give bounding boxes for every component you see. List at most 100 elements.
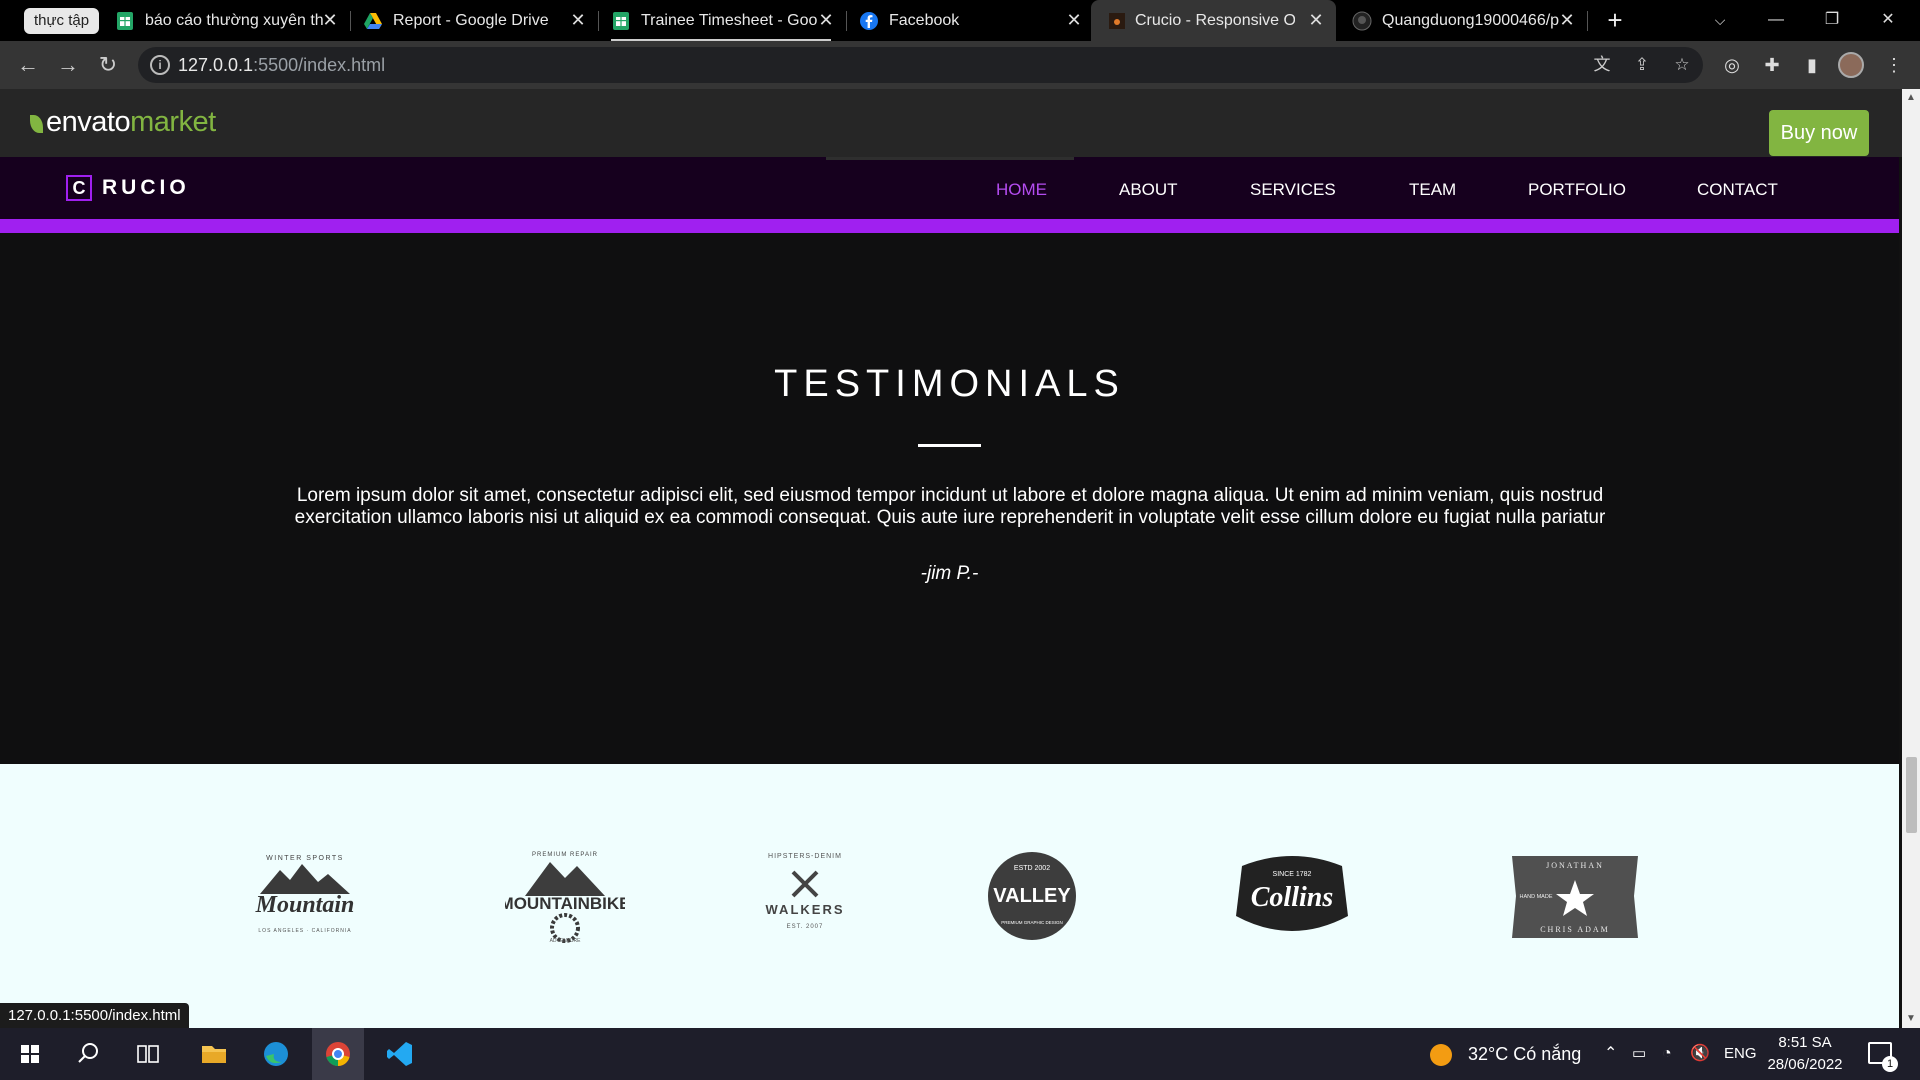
tab-title: báo cáo thường xuyên th bbox=[145, 12, 324, 29]
browser-tab[interactable]: Trainee Timesheet - Goo ✕ bbox=[611, 0, 836, 41]
menu-kebab-icon[interactable]: ⋮ bbox=[1882, 53, 1906, 77]
envato-market-logo[interactable]: envatomarket bbox=[30, 105, 216, 139]
close-icon[interactable]: ✕ bbox=[1064, 0, 1084, 41]
scroll-down-arrow-icon[interactable]: ▼ bbox=[1902, 1010, 1920, 1028]
close-icon[interactable]: ✕ bbox=[1557, 0, 1577, 41]
svg-text:SINCE 1782: SINCE 1782 bbox=[1273, 871, 1312, 878]
browser-tab[interactable]: Report - Google Drive ✕ bbox=[363, 0, 588, 41]
language-indicator[interactable]: ENG bbox=[1724, 1028, 1757, 1080]
nav-team[interactable]: TEAM bbox=[1409, 157, 1456, 219]
close-icon[interactable]: ✕ bbox=[320, 0, 340, 41]
browser-tab[interactable]: báo cáo thường xuyên th ✕ bbox=[115, 0, 340, 41]
browser-tab[interactable]: Quangduong19000466/p ✕ bbox=[1352, 0, 1577, 41]
svg-text:WALKERS: WALKERS bbox=[766, 902, 845, 917]
svg-text:WINTER SPORTS: WINTER SPORTS bbox=[266, 855, 344, 862]
window-close-button[interactable]: ✕ bbox=[1866, 0, 1910, 41]
browser-tab[interactable]: Facebook ✕ bbox=[859, 0, 1084, 41]
buy-now-button[interactable]: Buy now bbox=[1769, 110, 1869, 156]
forward-button[interactable]: → bbox=[52, 49, 84, 81]
svg-text:Collins: Collins bbox=[1251, 882, 1334, 913]
testimonials-section: TESTIMONIALS Lorem ipsum dolor sit amet,… bbox=[0, 233, 1899, 764]
tab-title: Quangduong19000466/p bbox=[1382, 12, 1560, 29]
logo-mark: C bbox=[66, 175, 92, 201]
translate-icon[interactable]: 文 bbox=[1590, 53, 1614, 77]
wifi-icon[interactable]: ◔ bbox=[1662, 1028, 1672, 1080]
nav-home[interactable]: HOME bbox=[996, 157, 1047, 219]
search-icon[interactable] bbox=[62, 1028, 114, 1080]
browser-tab-active[interactable]: Crucio - Responsive One ✕ bbox=[1091, 0, 1336, 41]
site-info-icon[interactable]: i bbox=[150, 55, 170, 75]
bookmark-star-icon[interactable]: ☆ bbox=[1670, 53, 1694, 77]
nav-portfolio[interactable]: PORTFOLIO bbox=[1528, 157, 1626, 219]
svg-text:EST. 2007: EST. 2007 bbox=[787, 924, 824, 930]
tab-separator bbox=[846, 11, 847, 31]
client-logo-valley[interactable]: ESTD 2002 VALLEY PREMIUM GRAPHIC DESIGN bbox=[982, 846, 1082, 946]
windows-start-icon[interactable] bbox=[4, 1028, 56, 1080]
client-logo-collins[interactable]: SINCE 1782 Collins bbox=[1222, 846, 1362, 946]
address-bar[interactable]: i 127.0.0.1:5500/index.html 文 ⇪ ☆ bbox=[138, 47, 1703, 83]
tray-overflow-chevron-icon[interactable]: ⌃ bbox=[1604, 1028, 1617, 1080]
task-view-icon[interactable] bbox=[122, 1028, 174, 1080]
reload-button[interactable]: ↻ bbox=[92, 49, 124, 81]
page-scrollbar[interactable]: ▲ ▼ bbox=[1902, 89, 1920, 1028]
svg-text:PREMIUM REPAIR: PREMIUM REPAIR bbox=[532, 852, 598, 858]
weather-sun-icon[interactable] bbox=[1430, 1044, 1452, 1066]
svg-text:VALLEY: VALLEY bbox=[993, 885, 1071, 907]
weather-text[interactable]: 32°C Có nắng bbox=[1468, 1028, 1581, 1080]
back-button[interactable]: ← bbox=[12, 49, 44, 81]
svg-text:MOUNTAINBIKE: MOUNTAINBIKE bbox=[505, 894, 625, 913]
file-explorer-icon[interactable] bbox=[188, 1028, 240, 1080]
volume-muted-icon[interactable]: 🔇 bbox=[1690, 1028, 1710, 1080]
url-text[interactable]: 127.0.0.1:5500/index.html bbox=[178, 47, 385, 83]
browser-toolbar: ← → ↻ i 127.0.0.1:5500/index.html 文 ⇪ ☆ … bbox=[0, 41, 1920, 89]
svg-text:LOS ANGELES · CALIFORNIA: LOS ANGELES · CALIFORNIA bbox=[258, 928, 351, 934]
close-icon[interactable]: ✕ bbox=[1306, 0, 1326, 41]
testimonial-author: -jim P.- bbox=[920, 563, 979, 584]
crucio-favicon bbox=[1109, 13, 1125, 29]
tab-group-label[interactable]: thực tập bbox=[24, 8, 100, 34]
tab-search-chevron-icon[interactable]: ⌵ bbox=[1705, 0, 1735, 41]
nav-contact[interactable]: CONTACT bbox=[1697, 157, 1778, 219]
minimize-button[interactable]: — bbox=[1754, 0, 1798, 41]
edge-icon[interactable] bbox=[250, 1028, 302, 1080]
testimonial-quote: Lorem ipsum dolor sit amet, consectetur … bbox=[294, 485, 1606, 528]
scroll-up-arrow-icon[interactable]: ▲ bbox=[1902, 89, 1920, 107]
drive-icon bbox=[364, 13, 382, 29]
extension-compass-icon[interactable]: ◎ bbox=[1720, 53, 1744, 77]
chrome-icon[interactable] bbox=[312, 1028, 364, 1080]
svg-text:Mountain: Mountain bbox=[255, 892, 355, 918]
share-icon[interactable]: ⇪ bbox=[1630, 53, 1654, 77]
tab-title: Report - Google Drive bbox=[393, 12, 549, 29]
nav-services[interactable]: SERVICES bbox=[1250, 157, 1336, 219]
vscode-icon[interactable] bbox=[374, 1028, 426, 1080]
envato-preview-bar: envatomarket Buy now bbox=[0, 89, 1902, 157]
close-icon[interactable]: ✕ bbox=[816, 0, 836, 41]
clock[interactable]: 8:51 SA 28/06/2022 bbox=[1760, 1032, 1850, 1076]
facebook-icon bbox=[860, 12, 878, 30]
windows-taskbar: 32°C Có nắng ⌃ ▭ ◔ 🔇 ENG 8:51 SA 28/06/2… bbox=[0, 1028, 1920, 1080]
client-logo-jonathan[interactable]: JONATHAN HAND MADE CHRIS ADAM bbox=[1500, 846, 1650, 946]
scroll-thumb[interactable] bbox=[1906, 757, 1917, 833]
nav-about[interactable]: ABOUT bbox=[1119, 157, 1178, 219]
extensions-puzzle-icon[interactable]: ✚ bbox=[1760, 53, 1784, 77]
profile-avatar[interactable] bbox=[1838, 52, 1864, 78]
new-tab-button[interactable]: + bbox=[1600, 0, 1630, 41]
battery-icon[interactable]: ▭ bbox=[1632, 1028, 1646, 1080]
url-path: :5500/index.html bbox=[253, 55, 386, 75]
client-logo-mountain[interactable]: WINTER SPORTS Mountain LOS ANGELES · CAL… bbox=[240, 846, 370, 946]
side-panel-icon[interactable]: ▮ bbox=[1800, 53, 1824, 77]
github-icon bbox=[1352, 11, 1372, 31]
restore-button[interactable]: ❐ bbox=[1810, 0, 1854, 41]
title-underline bbox=[918, 444, 981, 447]
clients-section: WINTER SPORTS Mountain LOS ANGELES · CAL… bbox=[0, 764, 1899, 1028]
client-logo-mountainbike[interactable]: PREMIUM REPAIR MOUNTAINBIKE ADVENTURE bbox=[505, 846, 625, 946]
tab-separator bbox=[598, 11, 599, 31]
tab-title: Crucio - Responsive One bbox=[1135, 12, 1295, 29]
close-icon[interactable]: ✕ bbox=[568, 0, 588, 41]
notification-count-badge: 1 bbox=[1882, 1056, 1898, 1072]
svg-text:PREMIUM GRAPHIC DESIGN: PREMIUM GRAPHIC DESIGN bbox=[1001, 920, 1063, 925]
svg-text:JONATHAN: JONATHAN bbox=[1546, 861, 1604, 870]
svg-text:HIPSTERS-DENIM: HIPSTERS-DENIM bbox=[768, 853, 842, 860]
client-logo-walkers[interactable]: HIPSTERS-DENIM WALKERS EST. 2007 bbox=[755, 846, 855, 946]
sheets-icon bbox=[613, 12, 629, 30]
